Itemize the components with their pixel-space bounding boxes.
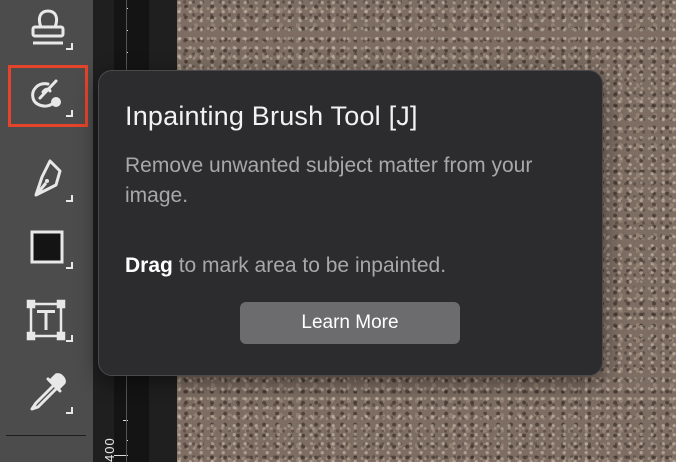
ruler-label: 400 [102,437,117,462]
tooltip-description: Remove unwanted subject matter from your… [125,154,533,207]
tooltip-hint-text: to mark area to be inpainted. [172,254,447,277]
pen-tool[interactable] [8,150,88,212]
clone-stamp-icon [31,9,73,50]
pen-icon [34,159,73,202]
eyedropper-icon [30,373,73,414]
type-tool[interactable] [8,290,88,352]
inpainting-brush-icon [31,79,73,117]
tooltip-hint: Drag to mark area to be inpainted. [125,254,446,278]
rectangle-tool[interactable] [8,217,88,279]
inpainting-brush-tool[interactable] [8,65,88,127]
tool-tooltip: Inpainting Brush Tool [J] Remove unwante… [98,70,603,376]
rectangle-icon [30,230,73,269]
tooltip-hint-action: Drag [125,254,173,277]
clone-stamp-tool[interactable] [8,0,88,60]
eyedropper-tool[interactable] [8,362,88,424]
type-icon [26,299,73,342]
learn-more-button[interactable]: Learn More [240,302,460,344]
tool-panel [0,0,93,462]
tooltip-title: Inpainting Brush Tool [J] [125,101,418,131]
toolbar-divider [6,435,86,436]
